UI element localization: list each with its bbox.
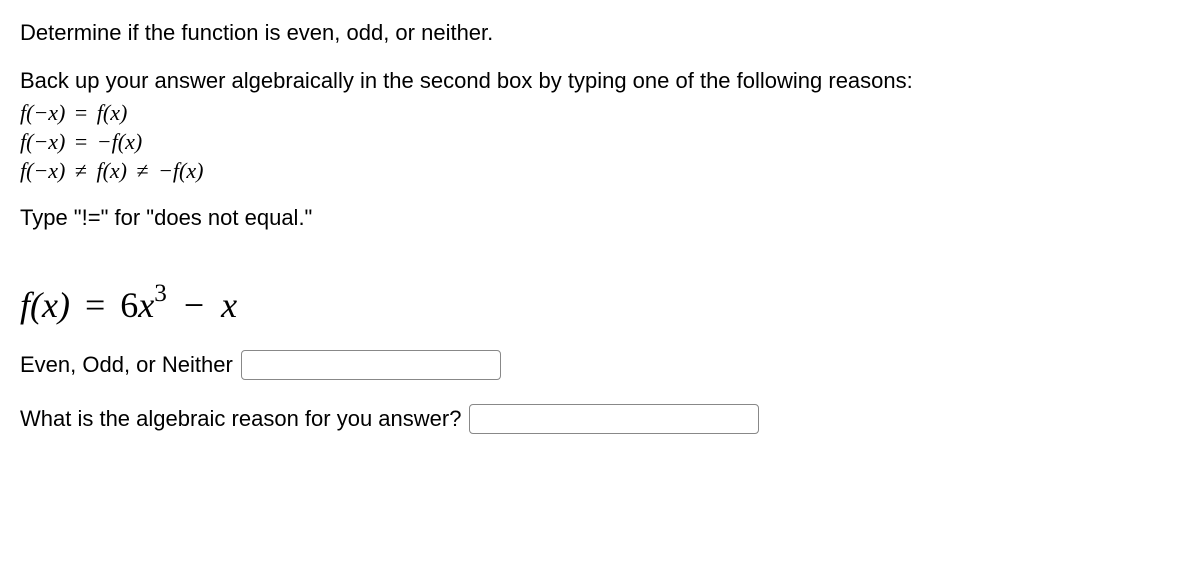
answer-2-input[interactable] [469,404,759,434]
reason-neither-rhs: −f(x) [158,158,203,183]
question-2-label: What is the algebraic reason for you ans… [20,406,461,432]
function-definition: f(x) = 6x3 − x [20,283,1180,326]
formula-var2: x [221,285,237,325]
prompt-line-1: Determine if the function is even, odd, … [20,18,1180,48]
not-equals-sign: ≠ [71,158,91,183]
formula-exponent: 3 [154,280,167,307]
answer-1-input[interactable] [241,350,501,380]
equals-sign: = [71,100,91,125]
formula-coef: 6 [120,285,138,325]
formula-var1: x [138,285,154,325]
question-1-row: Even, Odd, or Neither [20,350,1180,380]
reason-option-odd: f(−x) = −f(x) [20,128,1180,157]
formula-lhs: f(x) [20,285,70,325]
question-1-label: Even, Odd, or Neither [20,352,233,378]
reason-even-lhs: f(−x) [20,100,65,125]
reason-option-neither: f(−x) ≠ f(x) ≠ −f(x) [20,157,1180,186]
reason-neither-lhs: f(−x) [20,158,65,183]
reason-odd-lhs: f(−x) [20,129,65,154]
equals-sign: = [71,129,91,154]
reason-option-even: f(−x) = f(x) [20,99,1180,128]
reason-neither-mid: f(x) [96,158,127,183]
not-equals-sign: ≠ [132,158,152,183]
minus-sign: − [176,285,212,325]
prompt-line-2: Back up your answer algebraically in the… [20,66,1180,96]
type-hint: Type "!=" for "does not equal." [20,203,1180,233]
equals-sign: = [79,285,111,325]
reason-odd-rhs: −f(x) [97,129,142,154]
question-2-row: What is the algebraic reason for you ans… [20,404,1180,434]
reason-even-rhs: f(x) [97,100,128,125]
